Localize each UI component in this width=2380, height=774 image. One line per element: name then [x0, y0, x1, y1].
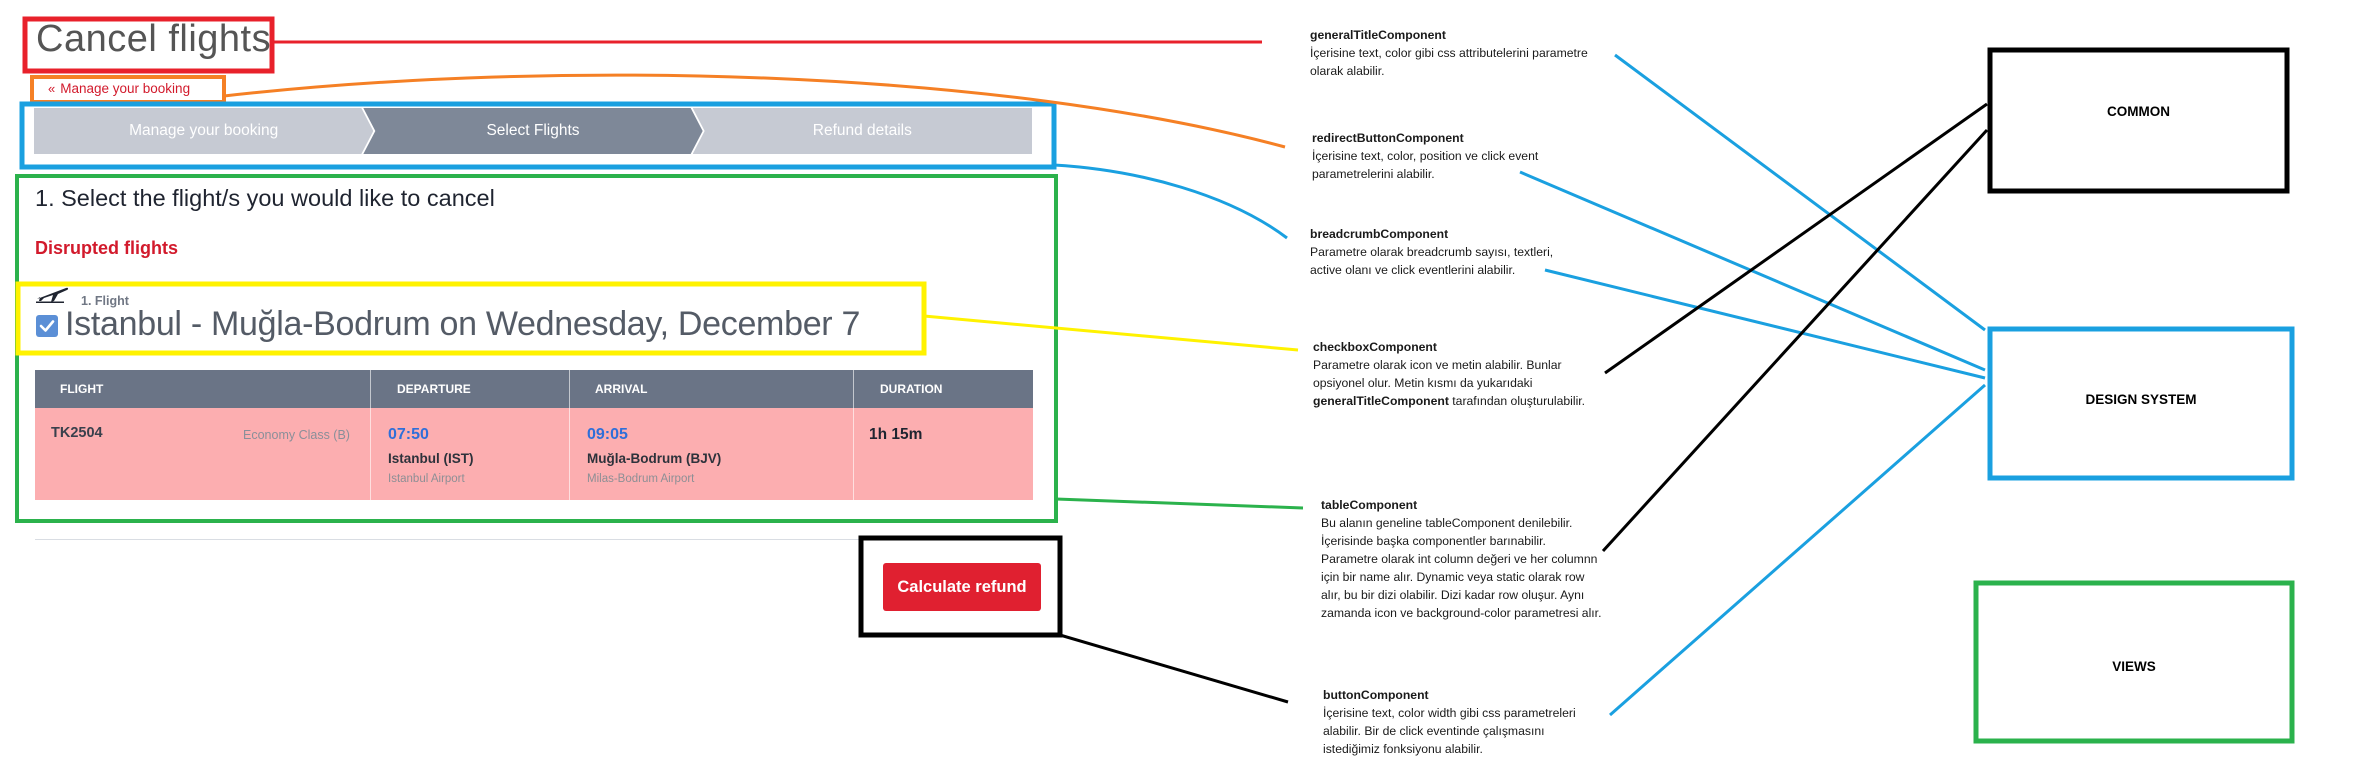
departure-time: 07:50: [388, 426, 429, 443]
design-system-label: DESIGN SYSTEM: [2085, 392, 2197, 407]
note-text: Parametre olarak breadcrumb sayısı, text…: [1310, 245, 1554, 277]
route-title: Istanbul - Muğla-Bodrum on Wednesday, De…: [65, 305, 861, 343]
common-label: COMMON: [2107, 104, 2170, 119]
connector-breadcrumb: [1053, 163, 1288, 240]
column-header-duration: DURATION: [880, 382, 943, 396]
note-redirect-button: redirectButtonComponent İçerisine text, …: [1312, 129, 1538, 183]
common-box: [1987, 47, 2290, 194]
note-text: Parametre olarak icon ve metin alabilir.…: [1313, 358, 1562, 390]
page-title: Cancel flights: [36, 18, 272, 60]
double-chevron-left-icon: «: [48, 81, 56, 96]
section-heading: 1. Select the flight/s you would like to…: [35, 185, 495, 211]
connector-button: [1059, 633, 1289, 704]
arrival-time: 09:05: [587, 426, 628, 443]
breadcrumb-step-refund-details[interactable]: Refund details: [692, 108, 1032, 154]
note-title: checkboxComponent: [1313, 340, 1437, 354]
column-header-arrival: ARRIVAL: [595, 382, 648, 396]
flight-table: FLIGHT DEPARTURE ARRIVAL DURATION TK2504…: [35, 370, 1033, 500]
manage-booking-label: Manage your booking: [60, 81, 191, 96]
breadcrumb-step-select-flights[interactable]: Select Flights: [363, 108, 702, 154]
column-divider: [853, 370, 854, 500]
checkmark-icon: [39, 320, 55, 332]
breadcrumb-step-manage-booking[interactable]: Manage your booking: [34, 108, 373, 154]
note-table: tableComponent Bu alanın geneline tableC…: [1321, 496, 1601, 622]
disrupted-flights-label: Disrupted flights: [35, 238, 178, 258]
note-title: tableComponent: [1321, 498, 1418, 512]
connector-table-to-common: [1601, 128, 1989, 553]
table-header: FLIGHT DEPARTURE ARRIVAL DURATION: [35, 370, 1033, 408]
breadcrumb-step-label: Manage your booking: [129, 122, 279, 139]
airplane-takeoff-icon: [36, 287, 69, 303]
column-header-departure: DEPARTURE: [397, 382, 471, 396]
section-divider: [35, 539, 1035, 540]
breadcrumb: Manage your booking Select Flights Refun…: [34, 108, 1032, 154]
column-divider: [370, 370, 371, 500]
departure-airport: Istanbul Airport: [388, 473, 465, 485]
connector-table: [1055, 497, 1304, 510]
note-text: İçerisine text, color gibi css attribute…: [1310, 46, 1588, 78]
note-breadcrumb: breadcrumbComponent Parametre olarak bre…: [1310, 225, 1553, 279]
note-general-title: generalTitleComponent İçerisine text, co…: [1310, 26, 1588, 80]
connector-button-to-design-system: [1609, 383, 1986, 717]
flight-number: TK2504: [51, 425, 103, 441]
cabin-class: Economy Class (B): [243, 428, 350, 442]
note-text-bold: generalTitleComponent: [1313, 394, 1449, 408]
note-text: Bu alanın geneline tableComponent denile…: [1321, 516, 1602, 620]
note-title: redirectButtonComponent: [1312, 131, 1464, 145]
column-divider: [569, 370, 570, 500]
calculate-refund-button[interactable]: Calculate refund: [883, 563, 1041, 611]
flight-select-checkbox[interactable]: [36, 315, 58, 337]
table-row[interactable]: TK2504 Economy Class (B) 07:50 Istanbul …: [35, 408, 1033, 500]
breadcrumb-step-label: Refund details: [812, 122, 912, 139]
note-text: İçerisine text, color, position ve click…: [1312, 149, 1539, 181]
breadcrumb-step-label: Select Flights: [486, 122, 580, 139]
connector-redirect-to-design-system: [1519, 170, 1986, 372]
note-checkbox: checkboxComponent Parametre olarak icon …: [1313, 338, 1585, 410]
views-label: VIEWS: [2112, 659, 2156, 674]
connector-breadcrumb-to-design-system: [1544, 268, 1986, 380]
flight-duration: 1h 15m: [869, 426, 923, 443]
note-title: generalTitleComponent: [1310, 28, 1446, 42]
note-button: buttonComponent İçerisine text, color wi…: [1323, 686, 1576, 758]
connector-checkbox-to-common: [1604, 102, 1988, 375]
arrival-city: Muğla-Bodrum (BJV): [587, 451, 722, 466]
note-text: tarafından oluşturulabilir.: [1448, 394, 1586, 408]
note-text: İçerisine text, color width gibi css par…: [1323, 706, 1576, 756]
connector-general-title-to-design-system: [1614, 53, 1986, 332]
connector-checkbox: [923, 314, 1299, 352]
note-title: breadcrumbComponent: [1310, 227, 1449, 241]
note-title: buttonComponent: [1323, 688, 1429, 702]
manage-booking-link[interactable]: « Manage your booking: [48, 81, 190, 96]
column-header-flight: FLIGHT: [60, 382, 104, 396]
departure-city: Istanbul (IST): [388, 451, 474, 466]
arrival-airport: Milas-Bodrum Airport: [587, 473, 695, 485]
